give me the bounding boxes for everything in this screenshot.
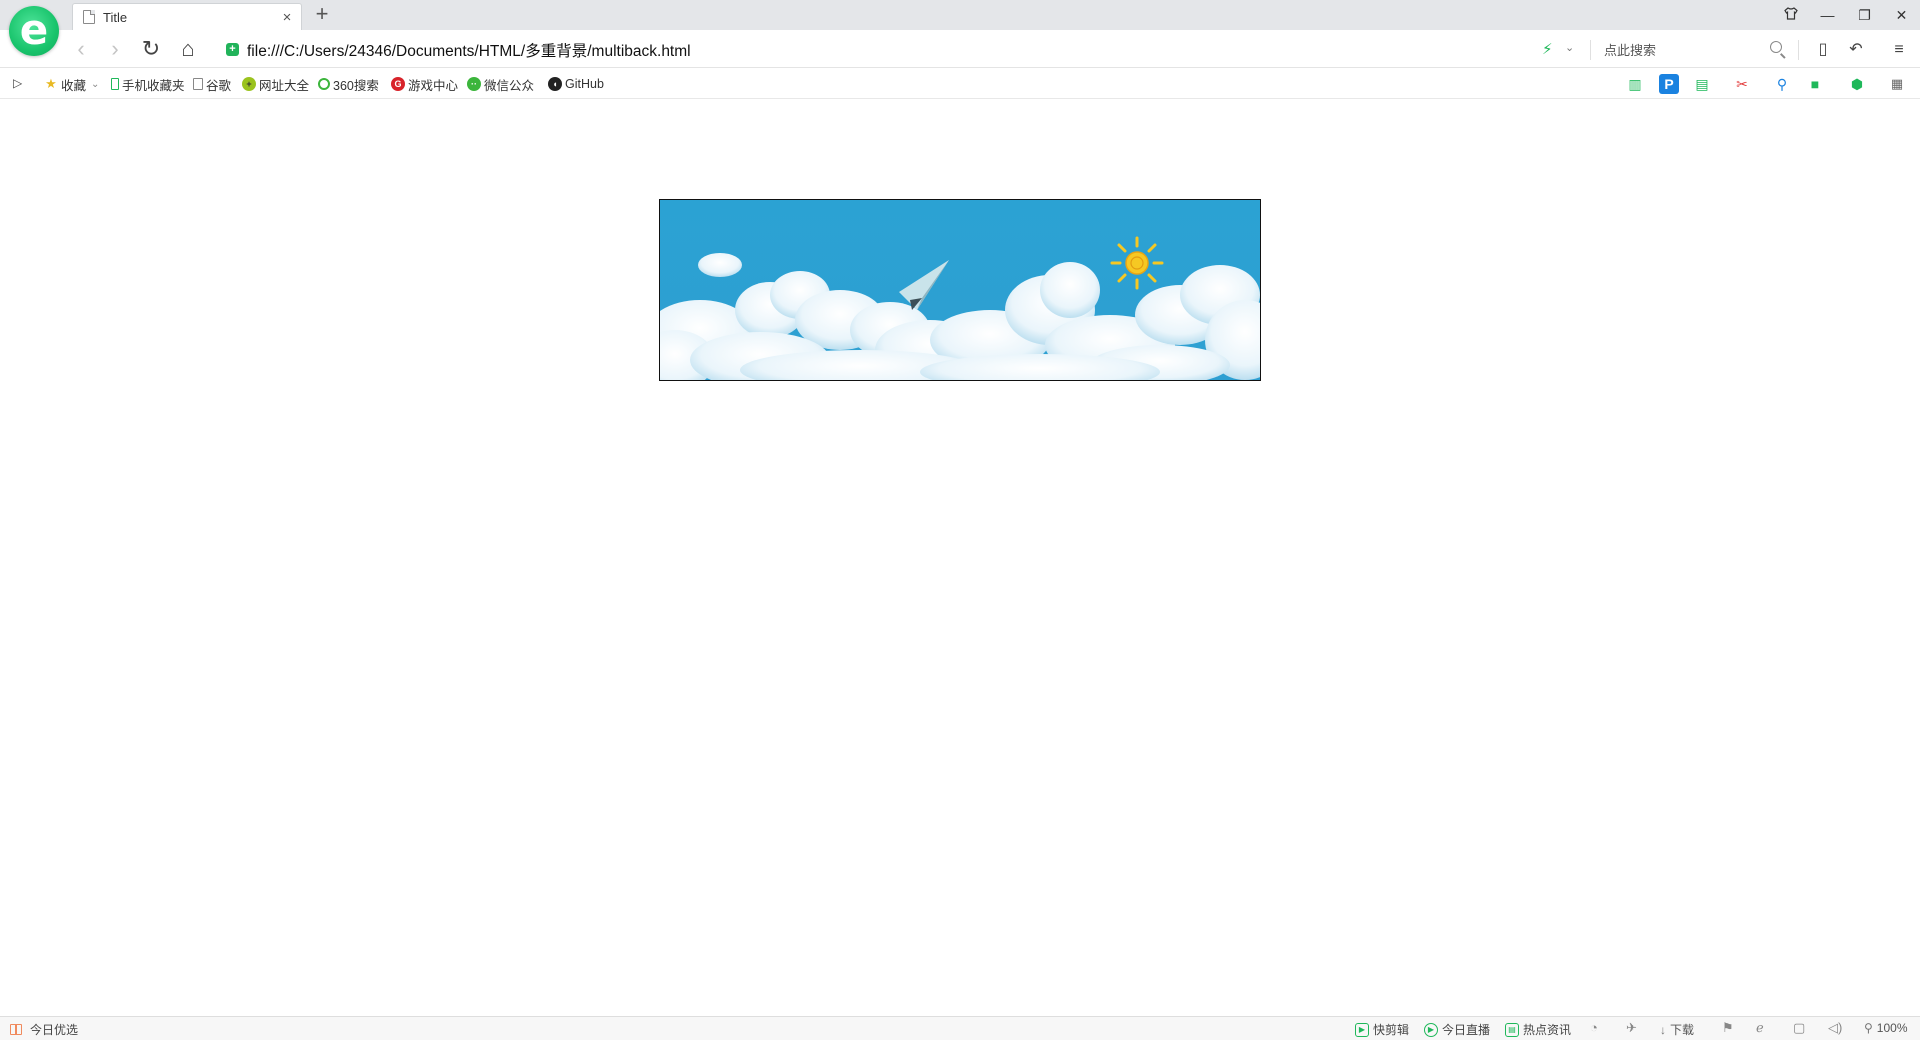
- reader-icon[interactable]: ▯: [1812, 39, 1834, 61]
- bookmark-label: 谷歌: [206, 78, 232, 93]
- chevron-down-icon: ⌄: [91, 78, 100, 90]
- back-button[interactable]: ‹: [69, 37, 93, 61]
- bookmark-label: 游戏中心: [408, 78, 459, 93]
- live-today-button[interactable]: ▶ 今日直播: [1424, 1021, 1490, 1038]
- tab-title[interactable]: Title ×: [72, 3, 302, 30]
- today-picks[interactable]: 今日优选: [10, 1021, 78, 1038]
- bookmark-wechat[interactable]: ·· 微信公众: [467, 76, 535, 93]
- undo-icon[interactable]: ↶: [1845, 39, 1867, 61]
- bookmark-360search[interactable]: 360搜索: [318, 76, 379, 93]
- bookmarks-toggle-icon[interactable]: ▷: [13, 76, 22, 90]
- tab-strip: e Title × + — ❐ ✕: [0, 0, 1920, 56]
- navigation-bar: ‹ › ↻ ⌂ + file:///C:/Users/24346/Documen…: [0, 30, 1920, 68]
- zoom-control[interactable]: ⚲ 100%: [1864, 1021, 1908, 1035]
- magnifier-icon[interactable]: ⚲: [1772, 74, 1792, 94]
- wechat-icon: ··: [467, 77, 481, 91]
- play-icon: ▶: [1355, 1022, 1369, 1037]
- bookmarks-bar: ▷ ★ 收藏 ⌄ 手机收藏夹 谷歌 + 网址大全 360搜索 G 游戏中心 ··: [0, 69, 1920, 99]
- bookmark-label: GitHub: [565, 77, 604, 91]
- divider: [1798, 40, 1799, 60]
- new-tab-button[interactable]: +: [310, 3, 334, 27]
- news-icon: ▤: [1505, 1022, 1519, 1037]
- status-bar: 今日优选 ▶ 快剪辑 ▶ 今日直播 ▤ 热点资讯 ◔ ✈ ↓ 下载 ⚑ ℯ ▢ …: [0, 1016, 1920, 1040]
- bookmark-game-center[interactable]: G 游戏中心: [391, 76, 459, 93]
- download-icon: ↓: [1660, 1022, 1666, 1037]
- bookmark-google[interactable]: 谷歌: [193, 76, 232, 93]
- flag-icon[interactable]: ⚑: [1722, 1020, 1734, 1036]
- tab-close-icon[interactable]: ×: [279, 9, 295, 26]
- apps-icon[interactable]: ▦: [1887, 74, 1907, 94]
- today-picks-label: 今日优选: [30, 1023, 79, 1037]
- 360-icon: [318, 78, 330, 90]
- gamepad-icon[interactable]: ■: [1805, 74, 1825, 94]
- shield-icon[interactable]: ⬢: [1847, 74, 1867, 94]
- quick-clip-button[interactable]: ▶ 快剪辑: [1355, 1021, 1409, 1038]
- bookmark-directory[interactable]: + 网址大全: [242, 76, 310, 93]
- divider: [1590, 40, 1591, 60]
- skin-icon[interactable]: [1772, 0, 1809, 30]
- refresh-button[interactable]: ↻: [139, 37, 163, 61]
- restore-button[interactable]: ❐: [1846, 0, 1883, 30]
- live-today-label: 今日直播: [1442, 1023, 1491, 1037]
- window-controls: — ❐ ✕: [1772, 0, 1920, 30]
- window-icon[interactable]: ▢: [1793, 1020, 1805, 1036]
- bookmark-mobile[interactable]: 手机收藏夹: [111, 76, 185, 93]
- sky-background-image: [660, 236, 1260, 380]
- bookmark-label: 360搜索: [333, 78, 379, 93]
- speed-mode-icon[interactable]: ⚡: [1542, 40, 1553, 58]
- bookmark-favorites[interactable]: ★ 收藏 ⌄: [44, 76, 100, 93]
- download-button[interactable]: ↓ 下载: [1660, 1021, 1694, 1038]
- star-icon: ★: [45, 76, 57, 91]
- home-button[interactable]: ⌂: [176, 37, 200, 61]
- scissors-icon[interactable]: ✂: [1732, 74, 1752, 94]
- secure-icon: +: [226, 43, 239, 56]
- zoom-icon: ⚲: [1864, 1021, 1873, 1035]
- browser-window: e Title × + — ❐ ✕ ‹ › ↻ ⌂ + file:///C:/U…: [0, 0, 1920, 1040]
- translate-icon[interactable]: ▤: [1692, 74, 1712, 94]
- book-icon[interactable]: ▥: [1625, 74, 1645, 94]
- bookmark-github[interactable]: ◖ GitHub: [548, 76, 604, 92]
- p-icon[interactable]: P: [1659, 74, 1679, 94]
- page-icon: [83, 10, 95, 24]
- paper-plane-icon: [899, 260, 949, 310]
- multi-background-box: [659, 199, 1261, 381]
- minimize-button[interactable]: —: [1809, 0, 1846, 30]
- zoom-level: 100%: [1876, 1021, 1908, 1035]
- quick-clip-label: 快剪辑: [1373, 1023, 1410, 1037]
- ie-icon[interactable]: ℯ: [1756, 1020, 1764, 1036]
- web-icon: +: [242, 77, 256, 91]
- hot-news-button[interactable]: ▤ 热点资讯: [1505, 1021, 1571, 1038]
- browser-logo-icon[interactable]: e: [9, 6, 59, 56]
- address-bar[interactable]: file:///C:/Users/24346/Documents/HTML/多重…: [247, 39, 691, 61]
- clouds: [660, 253, 1260, 380]
- phone-icon: [111, 78, 119, 90]
- search-input[interactable]: 点此搜索: [1604, 40, 1656, 59]
- chevron-down-icon[interactable]: ⌄: [1565, 41, 1574, 54]
- game-center-icon: G: [391, 77, 405, 91]
- live-icon: ▶: [1424, 1022, 1438, 1037]
- bookmark-label: 收藏: [61, 78, 87, 93]
- bookmark-label: 手机收藏夹: [122, 78, 185, 93]
- bookmark-label: 网址大全: [259, 78, 310, 93]
- download-label: 下载: [1670, 1023, 1695, 1037]
- speedup-icon[interactable]: ◔: [1590, 1020, 1598, 1035]
- hot-news-label: 热点资讯: [1523, 1023, 1572, 1037]
- tab-label: Title: [103, 9, 128, 25]
- forward-button[interactable]: ›: [103, 37, 127, 61]
- menu-icon[interactable]: ≡: [1888, 39, 1910, 61]
- sun-icon: [1110, 236, 1164, 290]
- search-icon[interactable]: [1770, 41, 1782, 53]
- gift-icon: [10, 1024, 22, 1035]
- pin-icon[interactable]: ✈: [1626, 1020, 1637, 1036]
- github-icon: ◖: [548, 77, 562, 91]
- bookmark-label: 微信公众: [484, 78, 535, 93]
- sound-icon[interactable]: ◁): [1828, 1020, 1842, 1036]
- page-content: [0, 100, 1920, 1016]
- close-button[interactable]: ✕: [1883, 0, 1920, 30]
- page-icon: [193, 78, 203, 90]
